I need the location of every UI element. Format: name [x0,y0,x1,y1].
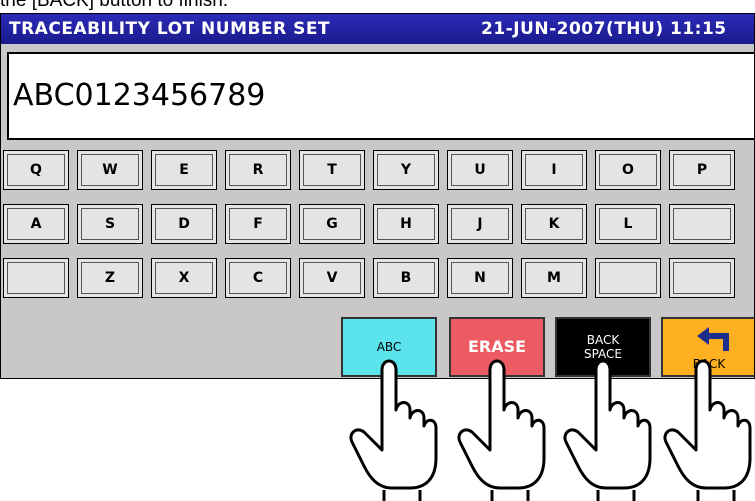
key-2-7[interactable]: J [447,204,513,244]
key-1-10[interactable]: P [669,150,735,190]
key-3-8[interactable]: M [521,258,587,298]
key-2-4[interactable]: F [225,204,291,244]
key-3-4[interactable]: C [225,258,291,298]
key-2-3[interactable]: D [151,204,217,244]
key-3-3[interactable]: X [151,258,217,298]
key-3-1[interactable] [3,258,69,298]
key-2-2[interactable]: S [77,204,143,244]
key-2-8[interactable]: K [521,204,587,244]
key-3-2[interactable]: Z [77,258,143,298]
key-3-10[interactable] [669,258,735,298]
datetime: 21-JUN-2007(THU) 11:15 [481,19,727,39]
key-3-7[interactable]: N [447,258,513,298]
key-2-9[interactable]: L [595,204,661,244]
lot-number-field[interactable]: ABC0123456789 [7,52,754,140]
key-1-7[interactable]: U [447,150,513,190]
key-2-6[interactable]: H [373,204,439,244]
key-3-9[interactable] [595,258,661,298]
pointing-hand-icon [663,359,752,501]
title-bar: TRACEABILITY LOT NUMBER SET 21-JUN-2007(… [1,14,754,44]
pointing-hand-icon [349,359,438,501]
key-3-6[interactable]: B [373,258,439,298]
pointing-hand-icon [563,359,652,501]
key-1-8[interactable]: I [521,150,587,190]
key-2-10[interactable] [669,204,735,244]
instruction-text: the [BACK] button to finish. [0,0,229,11]
key-1-6[interactable]: Y [373,150,439,190]
key-3-5[interactable]: V [299,258,365,298]
screen-title: TRACEABILITY LOT NUMBER SET [9,19,331,39]
key-2-5[interactable]: G [299,204,365,244]
lot-number-screen: TRACEABILITY LOT NUMBER SET 21-JUN-2007(… [0,13,755,379]
pointing-hand-icon [457,359,546,501]
key-1-4[interactable]: R [225,150,291,190]
key-1-2[interactable]: W [77,150,143,190]
key-1-1[interactable]: Q [3,150,69,190]
key-1-5[interactable]: T [299,150,365,190]
key-1-9[interactable]: O [595,150,661,190]
key-1-3[interactable]: E [151,150,217,190]
key-2-1[interactable]: A [3,204,69,244]
